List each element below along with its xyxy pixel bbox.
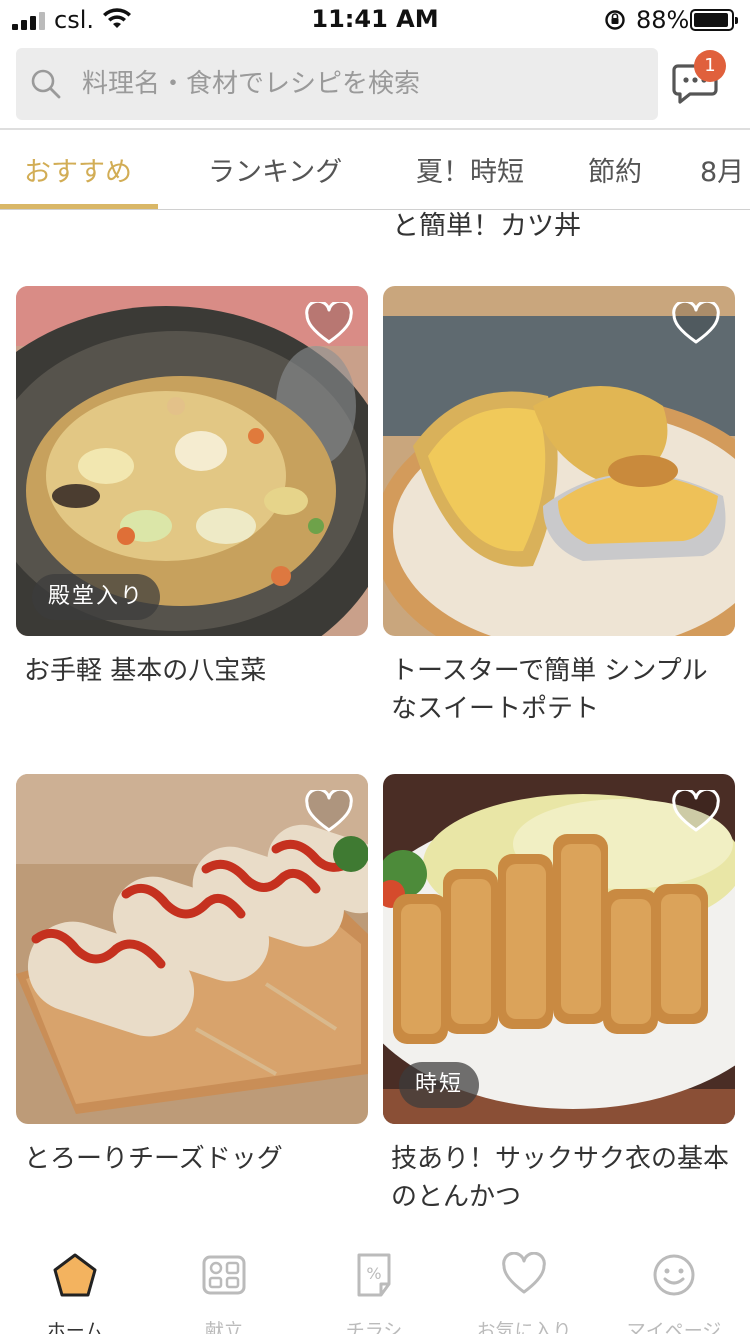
battery-icon [690,9,738,31]
nav-label: ホーム [46,1320,104,1334]
search-icon [31,69,61,99]
orientation-lock-icon [605,10,625,30]
nav-favorites[interactable]: お気に入り [449,1248,599,1334]
favorite-heart-icon[interactable] [304,302,354,346]
recipe-photo[interactable] [383,286,735,636]
tab-budget[interactable]: 節約 [588,150,642,189]
notification-badge: 1 [694,50,726,82]
nav-mypage[interactable]: マイページ [599,1248,749,1334]
recipe-title-partial[interactable]: と簡単！カツ丼 [392,204,581,236]
recipe-tag-badge: 殿堂入り [32,574,161,620]
home-icon [53,1253,97,1297]
bottom-navigation: ホーム 献立 % チラシ お気に入り マイページ [0,1236,750,1334]
tab-recommended[interactable]: おすすめ [24,150,132,189]
heart-icon [502,1252,546,1294]
favorite-heart-icon[interactable] [671,302,721,346]
nav-label: チラシ [345,1320,403,1334]
nav-home[interactable]: ホーム [0,1248,150,1334]
search-input[interactable] [82,48,642,120]
recipe-tag-badge: 時短 [399,1062,480,1108]
recipe-photo[interactable] [16,774,368,1124]
tab-august[interactable]: 8月 [700,150,744,189]
recipe-title[interactable]: 技あり！サックサク衣の基本のとんかつ [391,1140,731,1216]
recipe-photo[interactable]: 時短 [383,774,735,1124]
favorite-heart-icon[interactable] [671,790,721,834]
nav-flyer[interactable]: % チラシ [299,1248,449,1334]
tab-ranking[interactable]: ランキング [208,150,342,189]
nav-label: お気に入り [476,1320,572,1334]
svg-text:%: % [366,1264,381,1283]
favorite-heart-icon[interactable] [304,790,354,834]
search-bar[interactable] [16,48,658,120]
status-bar: csl. 11:41 AM 88% [0,0,750,40]
flyer-icon: % [357,1253,391,1297]
battery-percentage: 88% [636,6,690,34]
nav-label: 献立 [204,1320,243,1334]
recipe-title[interactable]: お手軽 基本の八宝菜 [24,652,364,690]
recipe-title[interactable]: とろーりチーズドッグ [24,1140,364,1178]
menu-icon [202,1255,246,1295]
recipe-title[interactable]: トースターで簡単 シンプルなスイートポテト [391,652,731,728]
nav-menu[interactable]: 献立 [149,1248,299,1334]
category-tabs: おすすめ ランキング 夏！時短 節約 8月 [0,130,750,210]
tabs-divider [0,209,750,210]
nav-label: マイページ [626,1320,722,1334]
smiley-icon [653,1254,695,1296]
recipe-photo[interactable]: 殿堂入り [16,286,368,636]
tab-summer-quick[interactable]: 夏！時短 [416,150,524,189]
